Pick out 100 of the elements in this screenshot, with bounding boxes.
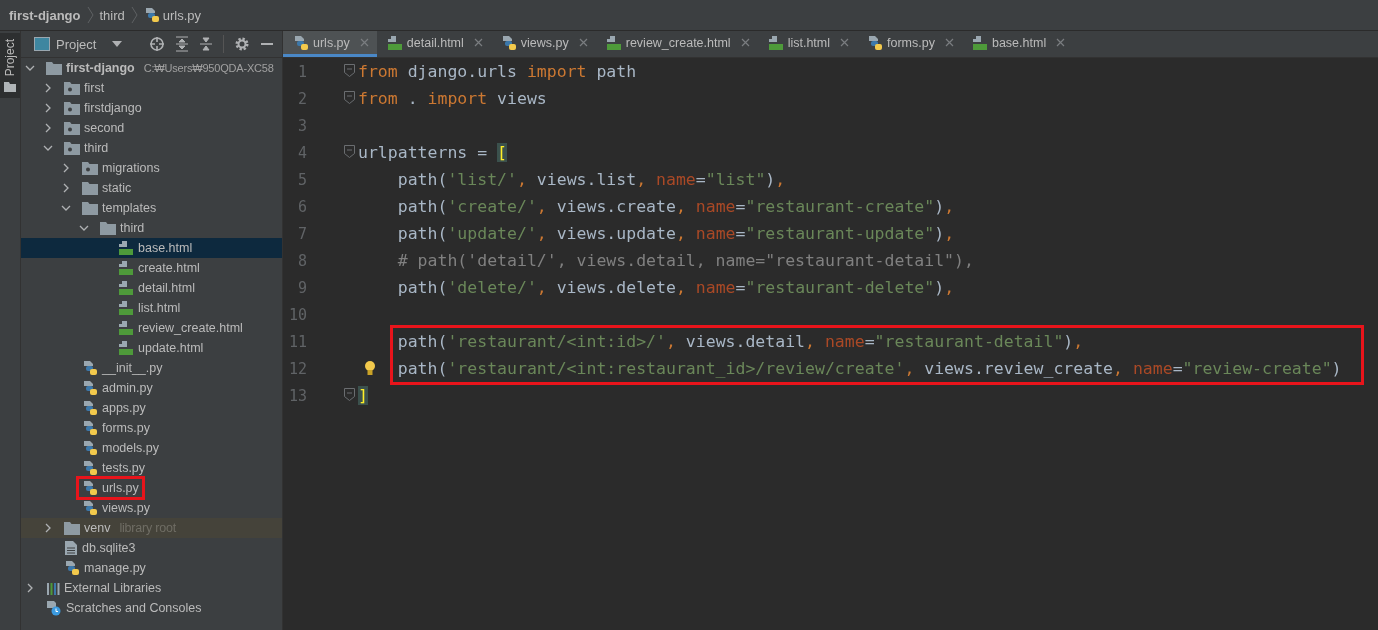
package-folder-icon: [64, 121, 80, 135]
tree-item[interactable]: db.sqlite3: [21, 538, 282, 558]
locate-icon[interactable]: [149, 36, 165, 52]
line-number: 4: [296, 143, 307, 162]
tree-item[interactable]: third: [21, 218, 282, 238]
tree-item[interactable]: models.py: [21, 438, 282, 458]
close-icon[interactable]: [473, 38, 483, 47]
close-icon[interactable]: [944, 38, 954, 47]
editor-tab[interactable]: detail.html: [376, 31, 491, 57]
package-folder-icon: [64, 141, 80, 155]
fold-icon[interactable]: [344, 64, 355, 77]
tree-item[interactable]: templates: [21, 198, 282, 218]
html-file-icon: [767, 34, 784, 51]
chevron-icon[interactable]: [43, 143, 53, 153]
line-number: 5: [296, 170, 307, 189]
code-line: path('delete/', views.delete, name="restaurant-delete"),: [396, 278, 955, 297]
fold-icon[interactable]: [344, 91, 355, 104]
chevron-icon[interactable]: [43, 83, 53, 93]
tree-item[interactable]: manage.py: [21, 558, 282, 578]
chevron-icon[interactable]: [25, 583, 35, 593]
line-number: 1: [296, 62, 307, 81]
folder-icon: [46, 61, 62, 75]
python-file-icon: [82, 380, 98, 396]
chevron-icon[interactable]: [61, 203, 71, 213]
code-line: # path('detail/', views.detail, name="restaurant-detail"),: [396, 251, 974, 270]
python-file-icon: [82, 440, 98, 456]
tree-item[interactable]: create.html: [21, 258, 282, 278]
tree-item[interactable]: views.py: [21, 498, 282, 518]
chevron-icon[interactable]: [43, 123, 53, 133]
python-file-icon: [82, 500, 98, 516]
code-line: from django.urls import path: [358, 62, 637, 81]
tree-item[interactable]: migrations: [21, 158, 282, 178]
fold-icon[interactable]: [344, 145, 355, 158]
chevron-icon[interactable]: [79, 223, 89, 233]
project-tool-tab[interactable]: Project: [0, 33, 20, 99]
close-icon[interactable]: [840, 38, 850, 47]
collapse-all-icon[interactable]: [199, 36, 213, 52]
html-file-icon: [118, 320, 134, 336]
tree-item[interactable]: first: [21, 78, 282, 98]
chevron-icon[interactable]: [25, 63, 35, 73]
html-file-icon: [971, 34, 988, 51]
tree-item[interactable]: Scratches and Consoles: [21, 598, 282, 618]
tree-item[interactable]: detail.html: [21, 278, 282, 298]
tree-item[interactable]: admin.py: [21, 378, 282, 398]
close-icon[interactable]: [740, 38, 750, 47]
tree-item[interactable]: tests.py: [21, 458, 282, 478]
editor-tab[interactable]: review_create.html: [595, 31, 758, 57]
tree-item[interactable]: base.html: [21, 238, 282, 258]
tree-item[interactable]: External Libraries: [21, 578, 282, 598]
close-icon[interactable]: [578, 38, 588, 47]
tree-item[interactable]: first-django C:₩Users₩950QDA-XC58: [21, 58, 282, 78]
caret-icon[interactable]: [112, 41, 123, 47]
tree-item[interactable]: firstdjango: [21, 98, 282, 118]
tree-item[interactable]: third: [21, 138, 282, 158]
code-line: path('update/', views.update, name="restaurant-update"),: [396, 224, 955, 243]
python-file-icon: [82, 360, 98, 376]
chevron-icon[interactable]: [61, 163, 71, 173]
close-icon[interactable]: [1056, 38, 1066, 47]
editor-tab[interactable]: views.py: [490, 31, 596, 57]
editor-tab[interactable]: forms.py: [857, 31, 962, 57]
editor-tab[interactable]: urls.py: [283, 31, 377, 57]
separator-icon: [86, 6, 94, 24]
line-number: 13: [287, 386, 307, 405]
tree-item[interactable]: urls.py: [21, 478, 282, 498]
line-number: 11: [287, 332, 307, 351]
html-file-icon: [118, 240, 134, 256]
chevron-icon[interactable]: [43, 103, 53, 113]
line-number: 2: [296, 89, 307, 108]
tree-item[interactable]: second: [21, 118, 282, 138]
tree-item[interactable]: apps.py: [21, 398, 282, 418]
bulb-icon[interactable]: [364, 360, 376, 376]
tree-item[interactable]: update.html: [21, 338, 282, 358]
line-number: 6: [296, 197, 307, 216]
tree-item[interactable]: list.html: [21, 298, 282, 318]
breadcrumb-item[interactable]: first-django: [9, 7, 81, 23]
html-file-icon: [118, 340, 134, 356]
tree-item[interactable]: static: [21, 178, 282, 198]
tree-item[interactable]: review_create.html: [21, 318, 282, 338]
tree-item[interactable]: __init__.py: [21, 358, 282, 378]
fold-icon[interactable]: [344, 388, 355, 401]
path-hint: C:₩Users₩950QDA-XC58: [143, 62, 274, 74]
line-number: 3: [296, 116, 307, 135]
expand-all-icon[interactable]: [175, 36, 189, 52]
folder-icon: [64, 521, 80, 535]
editor-tab[interactable]: list.html: [757, 31, 858, 57]
editor-tab[interactable]: base.html: [961, 31, 1074, 57]
bar-chart-icon: [46, 581, 60, 595]
line-number: 8: [296, 251, 307, 270]
panel-title[interactable]: Project: [56, 36, 97, 52]
tree-item[interactable]: forms.py: [21, 418, 282, 438]
python-file-icon: [293, 34, 309, 51]
breadcrumb-item[interactable]: urls.py: [162, 7, 202, 23]
line-number: 9: [296, 278, 307, 297]
chevron-icon[interactable]: [61, 183, 71, 193]
chevron-icon[interactable]: [43, 523, 53, 533]
python-file-icon: [143, 7, 160, 23]
settings-icon[interactable]: [234, 36, 250, 52]
code-line: urlpatterns = [: [358, 143, 507, 162]
breadcrumb-item[interactable]: third: [99, 7, 125, 23]
package-folder-icon: [82, 161, 98, 175]
